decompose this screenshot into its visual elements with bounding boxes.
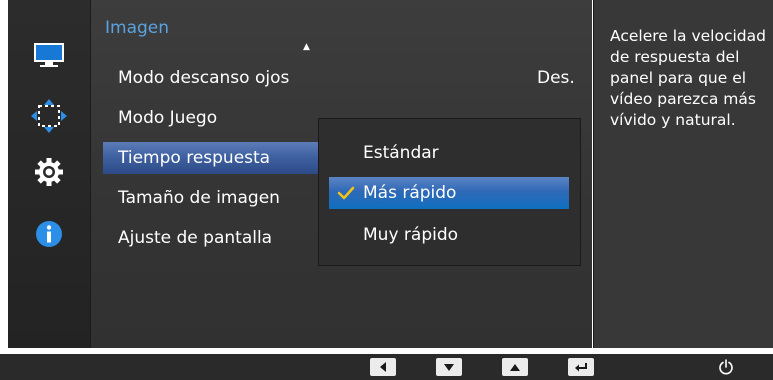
option-label: Muy rápido <box>363 225 459 245</box>
menu-item-modo-juego[interactable]: Modo Juego <box>103 102 331 134</box>
menu-item-label: Tamaño de imagen <box>118 188 280 208</box>
menu-item-tiempo-respuesta[interactable]: Tiempo respuesta <box>103 142 331 174</box>
down-arrow-icon[interactable] <box>436 358 462 376</box>
monitor-icon[interactable] <box>8 36 90 76</box>
scroll-up-icon[interactable]: ▲ <box>303 42 310 52</box>
category-sidebar <box>8 0 90 348</box>
menu-title: Imagen <box>105 18 170 38</box>
gear-icon[interactable] <box>8 152 90 192</box>
menu-item-label: Modo Juego <box>118 108 218 128</box>
menu-item-label: Tiempo respuesta <box>118 148 271 168</box>
checkmark-icon <box>335 177 357 209</box>
osd-menu: Imagen ▲ Modo descanso ojos Des. Modo Ju… <box>0 0 773 348</box>
menu-item-value: Des. <box>537 68 575 88</box>
left-arrow-icon[interactable] <box>370 358 396 376</box>
info-icon[interactable] <box>8 214 90 254</box>
option-label: Estándar <box>363 143 439 163</box>
menu-item-label: Ajuste de pantalla <box>118 228 273 248</box>
help-panel: Acelere la velocidad de respuesta del pa… <box>593 0 773 348</box>
menu-item-ajuste-de-pantalla[interactable]: Ajuste de pantalla <box>103 222 331 254</box>
option-mas-rapido[interactable]: Más rápido <box>329 177 569 209</box>
response-time-submenu: Estándar Más rápido Muy rápido <box>318 118 581 266</box>
control-bar <box>0 354 773 380</box>
help-text: Acelere la velocidad de respuesta del pa… <box>610 27 766 129</box>
option-muy-rapido[interactable]: Muy rápido <box>329 219 569 251</box>
option-estandar[interactable]: Estándar <box>329 137 569 169</box>
menu-item-tamano-de-imagen[interactable]: Tamaño de imagen <box>103 182 331 214</box>
option-label: Más rápido <box>363 183 457 203</box>
screen-size-icon[interactable] <box>8 96 90 136</box>
menu-item-label: Modo descanso ojos <box>118 68 290 88</box>
menu-item-modo-descanso-ojos[interactable]: Modo descanso ojos <box>103 62 331 94</box>
up-arrow-icon[interactable] <box>502 358 528 376</box>
enter-icon[interactable] <box>568 358 594 376</box>
power-icon[interactable] <box>716 357 736 377</box>
